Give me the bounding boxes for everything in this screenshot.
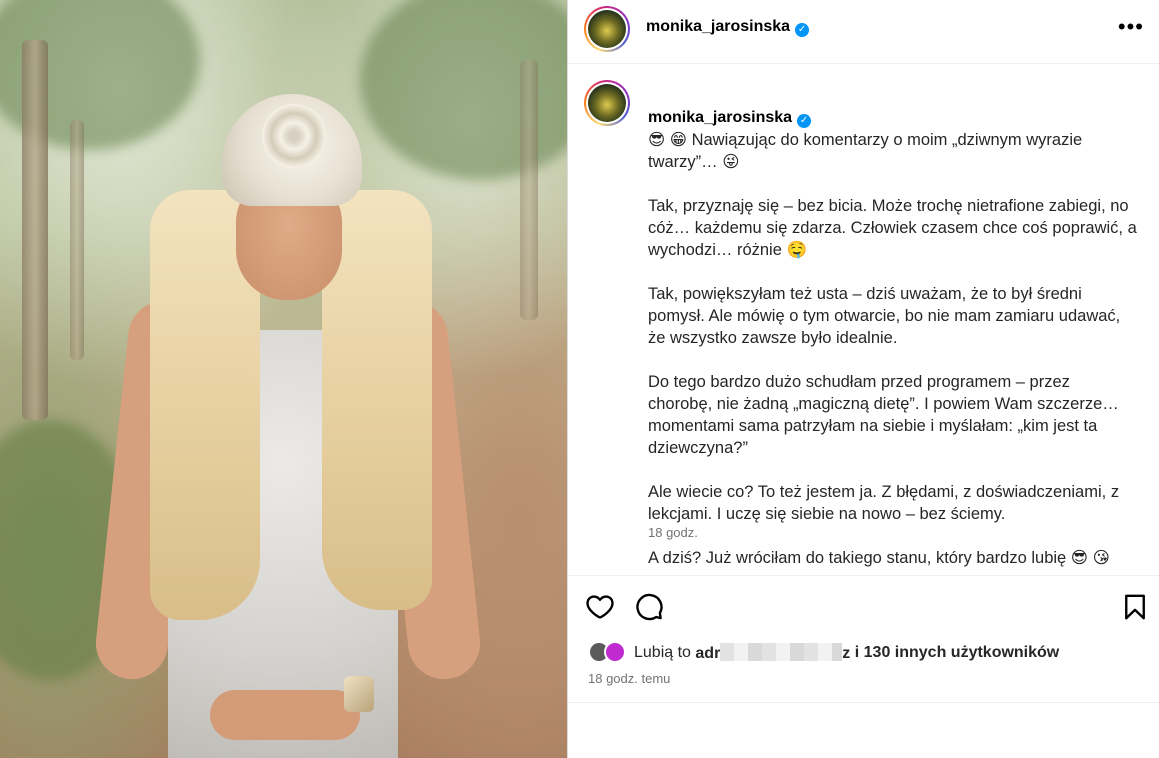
caption-paragraph: Tak, przyznaję się – bez bicia. Może tro… [648, 197, 1137, 259]
bookmark-icon[interactable] [1120, 592, 1150, 622]
post-caption: monika_jarosinska ✓ 😎 😁 Nawiązując do kom… [648, 84, 1138, 591]
others-count-link[interactable]: i 130 innych użytkowników [855, 644, 1060, 662]
verified-badge-icon: ✓ [795, 23, 810, 37]
caption-username-link[interactable]: monika_jarosinska [648, 109, 792, 126]
post-actions: Lubią to adr z i 130 innych użytkowników … [568, 575, 1159, 703]
caption-timestamp[interactable]: 18 godz. [648, 525, 698, 540]
post-header: monika_jarosinska ✓ ••• [568, 0, 1159, 64]
caption-paragraph: Ale wiecie co? To też jestem ja. Z błęda… [648, 483, 1120, 523]
liker-name-link[interactable]: adr z [695, 643, 850, 663]
wristwatch [344, 676, 374, 712]
caption-paragraph: Do tego bardzo dużo schudłam przed progr… [648, 373, 1119, 457]
turban-knot [262, 104, 326, 168]
post-timestamp[interactable]: 18 godz. temu [588, 671, 670, 686]
caption-author-avatar[interactable] [584, 80, 630, 126]
author-name: monika_jarosinska ✓ [646, 18, 810, 37]
post-details-panel: monika_jarosinska ✓ ••• monika_jarosinska… [567, 0, 1159, 758]
username-link[interactable]: monika_jarosinska [646, 18, 790, 35]
clasped-hands [210, 690, 360, 740]
tree-trunk [70, 120, 84, 360]
tree-trunk [520, 60, 538, 320]
post-photo[interactable] [0, 0, 567, 758]
caption-paragraph: Tak, powiększyłam też usta – dziś uważam… [648, 285, 1121, 347]
comment-icon[interactable] [634, 592, 664, 622]
heart-icon[interactable] [585, 592, 615, 622]
tree-trunk [22, 40, 48, 420]
likes-summary: Lubią to adr z i 130 innych użytkowników [588, 640, 1059, 666]
caption-paragraph: A dziś? Już wróciłam do takiego stanu, k… [648, 549, 1110, 567]
likes-prefix: Lubią to [634, 644, 691, 661]
avatar [604, 641, 626, 663]
caption-first-line: 😎 😁 Nawiązując do komentarzy o moim „dzi… [648, 131, 1083, 171]
liker-avatars[interactable] [588, 641, 628, 665]
blurred-name [720, 643, 843, 661]
verified-badge-icon: ✓ [797, 114, 812, 128]
more-options-icon[interactable]: ••• [1118, 16, 1144, 38]
author-avatar[interactable] [584, 6, 630, 52]
